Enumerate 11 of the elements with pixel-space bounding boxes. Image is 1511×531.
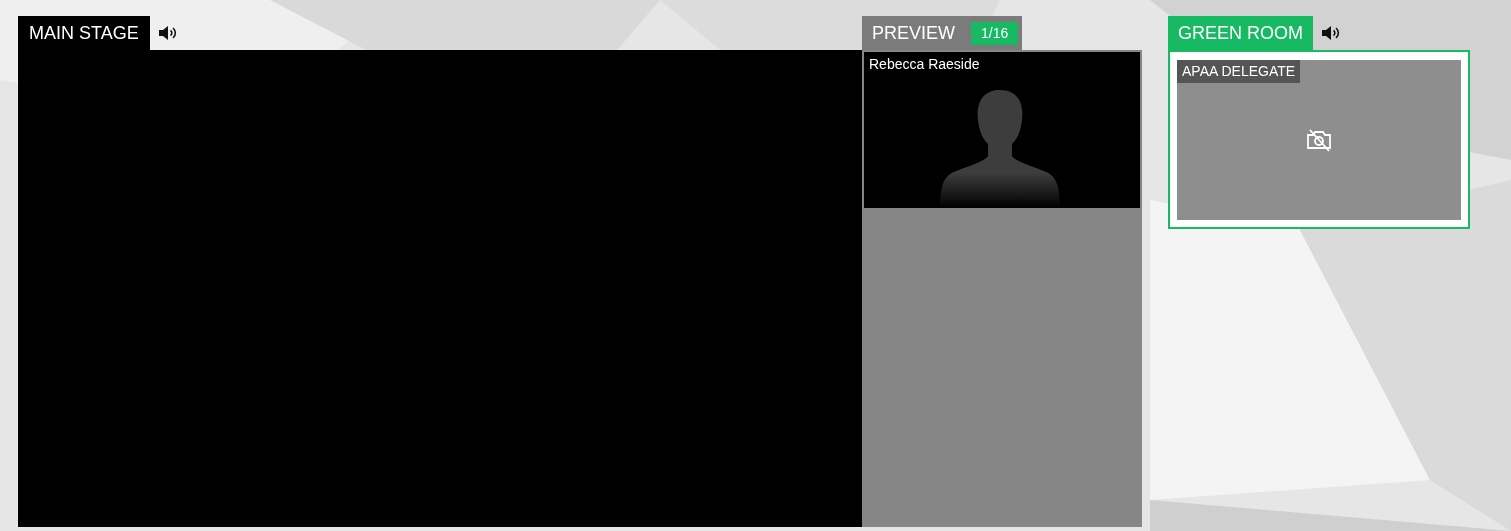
count-badge: 1/16 xyxy=(971,21,1019,45)
participant-name: APAA DELEGATE xyxy=(1177,60,1301,83)
preview-title: PREVIEW xyxy=(872,21,955,45)
camera-off-icon xyxy=(1306,128,1332,152)
room-title: GREEN ROOM xyxy=(1168,16,1313,50)
participant-name: Rebecca Raeside xyxy=(869,55,980,74)
participant-tile[interactable]: Rebecca Raeside xyxy=(864,52,1140,208)
speaker-icon[interactable] xyxy=(1321,25,1341,41)
participant-tile[interactable]: APAA DELEGATE xyxy=(1177,60,1461,220)
main-stage-title: MAIN STAGE xyxy=(18,16,150,50)
speaker-icon[interactable] xyxy=(157,25,178,41)
